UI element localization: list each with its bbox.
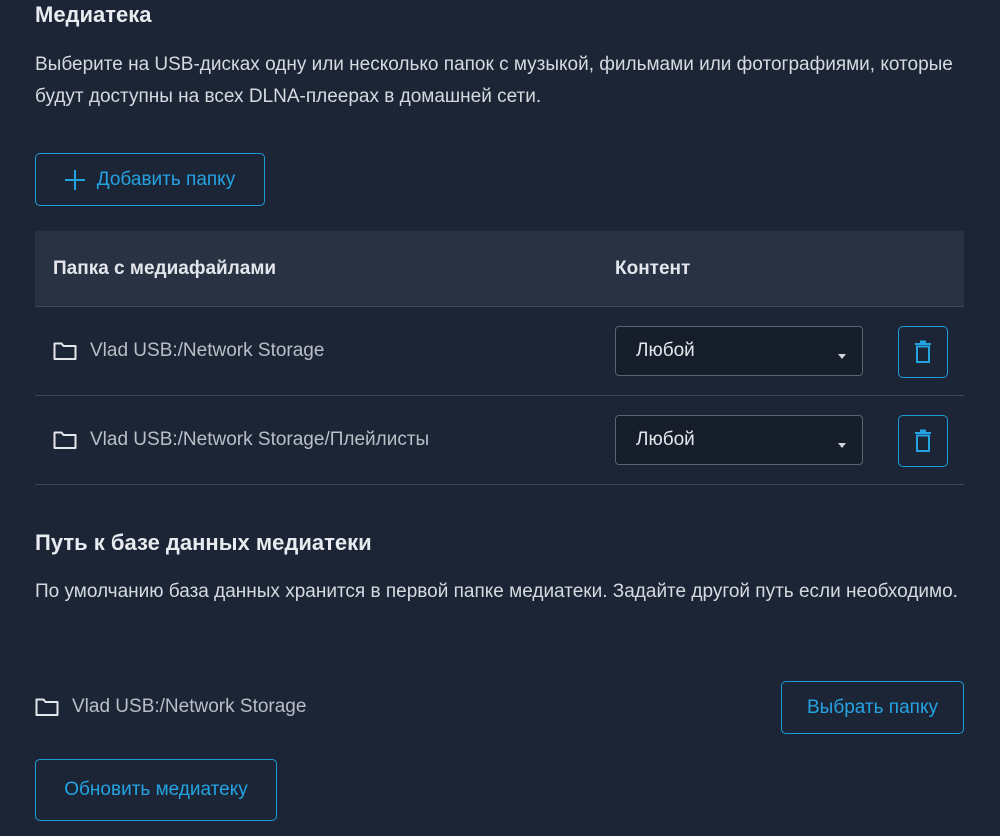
table-row: Vlad USB:/Network Storage Любой [35, 307, 964, 396]
add-folder-button[interactable]: Добавить папку [35, 153, 265, 206]
caret-down-icon [838, 443, 846, 448]
trash-icon [915, 340, 931, 363]
delete-folder-button[interactable] [898, 326, 948, 378]
content-select-value: Любой [636, 429, 695, 450]
delete-folder-button[interactable] [898, 415, 948, 467]
folder-cell: Vlad USB:/Network Storage/Плейлисты [53, 396, 429, 484]
trash-icon [915, 429, 931, 452]
select-folder-button[interactable]: Выбрать папку [781, 681, 964, 734]
folder-icon [53, 342, 77, 360]
column-header-content: Контент [615, 258, 691, 279]
media-library-page: Медиатека Выберите на USB-дисках одну ил… [0, 0, 1000, 836]
folder-path: Vlad USB:/Network Storage/Плейлисты [90, 429, 430, 450]
update-library-button[interactable]: Обновить медиатеку [35, 759, 277, 821]
plus-icon [64, 169, 85, 190]
content-select[interactable]: Любой [615, 415, 863, 465]
database-folder-path: Vlad USB:/Network Storage [72, 696, 307, 717]
media-folders-table: Папка с медиафайлами Контент Vlad USB:/N… [35, 231, 964, 485]
database-path-title: Путь к базе данных медиатеки [35, 530, 372, 555]
content-select-value: Любой [636, 340, 695, 361]
media-library-title: Медиатека [35, 2, 152, 27]
folder-path: Vlad USB:/Network Storage [90, 340, 325, 361]
table-header: Папка с медиафайлами Контент [35, 231, 964, 307]
database-path-description: По умолчанию база данных хранится в перв… [35, 581, 958, 602]
folder-icon [35, 698, 59, 716]
database-folder: Vlad USB:/Network Storage [35, 690, 306, 724]
content-select[interactable]: Любой [615, 326, 863, 376]
folder-icon [53, 431, 77, 449]
folder-cell: Vlad USB:/Network Storage [53, 307, 324, 395]
add-folder-label: Добавить папку [96, 168, 236, 190]
column-header-folder: Папка с медиафайлами [53, 258, 277, 279]
caret-down-icon [838, 354, 846, 359]
table-row: Vlad USB:/Network Storage/Плейлисты Любо… [35, 396, 964, 485]
media-library-description: Выберите на USB-дисках одну или нескольк… [35, 54, 953, 107]
